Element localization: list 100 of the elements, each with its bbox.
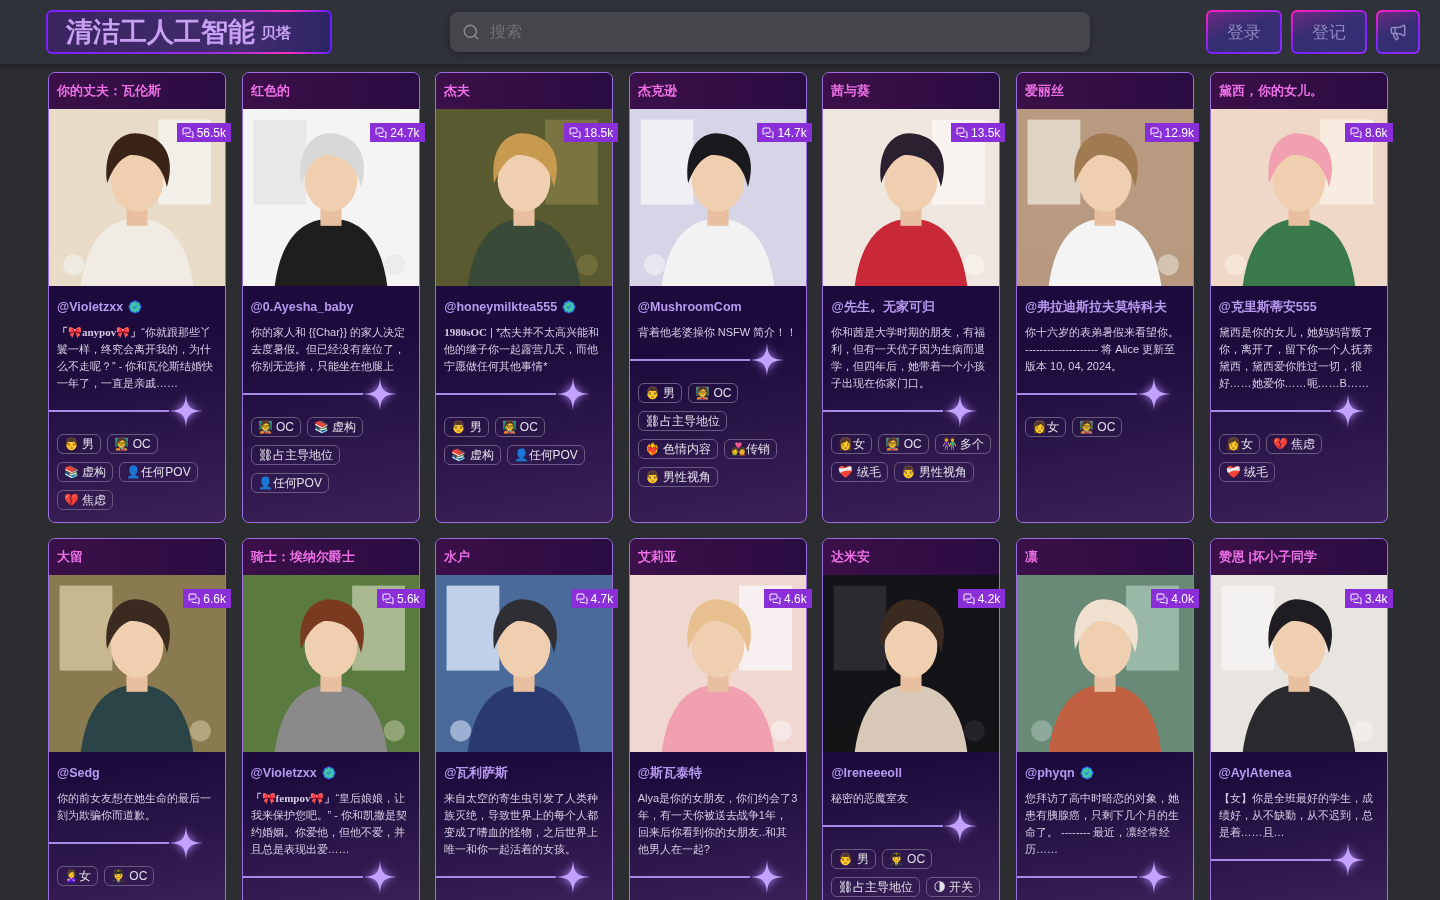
chat-count: 4.7k bbox=[590, 591, 614, 606]
card-description: 你和茜是大学时期的朋友，有福利，但有一天优子因为生病而退学，但四年后，她带着一个小孩子出现在你家门口。 bbox=[831, 325, 987, 391]
card-title: 红色的 bbox=[250, 82, 290, 100]
card-title: 杰克逊 bbox=[637, 82, 677, 100]
tag-chip[interactable]: 🌗 开关 bbox=[926, 877, 981, 897]
search-icon bbox=[462, 23, 480, 41]
tag-chip[interactable]: 👩女 bbox=[831, 434, 873, 454]
tag-chip[interactable]: 👨 男 bbox=[831, 849, 876, 869]
tag-chip[interactable]: 💔 焦虑 bbox=[1265, 434, 1322, 454]
author-link[interactable]: @克里斯蒂安555 bbox=[1218, 298, 1317, 316]
author-link[interactable]: @AylAtenea bbox=[1218, 766, 1292, 780]
chat-count: 3.4k bbox=[1364, 591, 1388, 606]
tag-chip[interactable]: 👨 男 bbox=[57, 434, 102, 454]
tag-chip[interactable]: 🧑‍🏫 OC bbox=[1071, 417, 1123, 437]
tag-chip[interactable]: 👨 男性视角 bbox=[637, 467, 719, 487]
chat-icon bbox=[188, 592, 201, 605]
tag-chip[interactable]: 💑传销 bbox=[724, 439, 778, 459]
chat-count: 4.2k bbox=[977, 591, 1001, 606]
tag-chip[interactable]: 🧑‍✈ OC bbox=[881, 849, 933, 869]
author-link[interactable]: @Violetzxx bbox=[250, 766, 317, 780]
tag-chip[interactable]: 👨 男性视角 bbox=[893, 462, 975, 482]
card-title: 大留 bbox=[57, 548, 83, 566]
tag-chip[interactable]: 👤任何POV bbox=[506, 445, 585, 465]
chat-icon bbox=[1149, 126, 1162, 139]
chat-icon bbox=[375, 126, 388, 139]
card-description: Alya是你的女朋友，你们约会了3年，有一天你被送去战争1年，回来后你看到你的女朋友..和其他男人在一起? bbox=[637, 791, 798, 857]
tag-chip[interactable]: ⛓占主导地位 bbox=[831, 877, 921, 897]
announcement-button[interactable] bbox=[1376, 10, 1420, 54]
chat-count: 8.6k bbox=[1364, 125, 1388, 140]
chat-icon bbox=[568, 126, 581, 139]
chat-icon bbox=[762, 126, 775, 139]
tag-chip[interactable]: ⛓占主导地位 bbox=[637, 411, 727, 431]
card-description: 您拜访了高中时暗恋的对象，她患有胰腺癌，只剩下几个月的生命了。 -------- 最近，凛经常经历…… bbox=[1024, 791, 1180, 857]
chat-icon bbox=[575, 592, 588, 605]
card-title: 水户 bbox=[444, 548, 471, 566]
tag-chip[interactable]: 📚 虚构 bbox=[444, 445, 501, 465]
tag-chip[interactable]: 🙎‍♀女 bbox=[57, 866, 98, 886]
chat-count: 24.7k bbox=[390, 125, 420, 140]
chat-count: 4.0k bbox=[1171, 591, 1194, 606]
author-link[interactable]: @0.Ayesha_baby bbox=[250, 300, 354, 314]
author-link[interactable]: @先生。无家可归 bbox=[831, 298, 935, 316]
tag-chip[interactable]: 💔 焦虑 bbox=[57, 490, 114, 510]
card-title: 茜与葵 bbox=[831, 82, 871, 100]
tag-chip[interactable]: 🧑‍🏫 OC bbox=[494, 417, 545, 437]
logo-title: 清洁工人工智能 bbox=[66, 18, 255, 46]
card-description: 来自太空的寄生虫引发了人类种族灭绝，导致世界上的每个人都变成了嗜血的怪物，之后世界上唯一和你一起活着的女孩。 bbox=[444, 791, 600, 857]
card-description: 你的家人和 {{Char}} 的家人决定去度暑假。但已经没有座位了，你别无选择，只能坐在他腿上 bbox=[250, 325, 407, 374]
author-link[interactable]: @honeymilktea555 bbox=[444, 300, 558, 314]
author-link[interactable]: @斯瓦泰特 bbox=[637, 764, 702, 782]
card-description: 你十六岁的表弟暑假来看望你。 -------------------- 将 Alice 更新至版本 10, 04, 2024。 bbox=[1024, 325, 1180, 374]
author-link[interactable]: @Violetzxx bbox=[57, 300, 124, 314]
tag-chip[interactable]: 📚 虚构 bbox=[306, 417, 364, 437]
tag-chip[interactable]: 👨 男 bbox=[444, 417, 489, 437]
card-title: 赞恩 |坏小子同学 bbox=[1218, 548, 1317, 566]
tag-chip[interactable]: 🧑‍🏫 OC bbox=[107, 434, 158, 454]
header-button[interactable]: 登记 bbox=[1291, 10, 1367, 54]
card-description: 黛西是你的女儿，她妈妈背叛了你，离开了，留下你一个人抚养黛西，黛西爱你胜过一切，很好……她爱你……呃……B…… bbox=[1218, 325, 1374, 391]
tag-chip[interactable]: ❤‍🩹 绒毛 bbox=[831, 462, 888, 482]
tag-chip[interactable]: 🧑‍🏫 OC bbox=[688, 383, 739, 403]
tag-chip[interactable]: 🧑‍🏫 OC bbox=[878, 434, 929, 454]
author-link[interactable]: @弗拉迪斯拉夫莫特科夫 bbox=[1024, 298, 1168, 316]
beta-label: 贝塔 bbox=[261, 24, 291, 40]
chat-icon bbox=[962, 592, 975, 605]
card-title: 艾莉亚 bbox=[637, 548, 677, 566]
card-description: 你的前女友想在她生命的最后一刻为欺骗你而道歉。 bbox=[57, 791, 212, 823]
author-link[interactable]: @瓦利萨斯 bbox=[444, 764, 509, 782]
chat-count: 12.9k bbox=[1164, 125, 1194, 140]
tag-chip[interactable]: 👨 男 bbox=[637, 383, 683, 403]
chat-icon bbox=[1349, 592, 1362, 605]
author-link[interactable]: @Sedg bbox=[57, 766, 100, 780]
tag-chip[interactable]: 📚 虚构 bbox=[57, 462, 114, 482]
tag-chip[interactable]: 👫 多个 bbox=[934, 434, 992, 454]
chat-icon bbox=[181, 126, 194, 139]
card-description: 「🎀anypov🎀」“你就跟那些丫鬟一样，终究会离开我的，为什么不走呢？” - 你和瓦伦斯结婚快一年了，一直是亲戚…… bbox=[57, 325, 215, 391]
card-description: 秘密的恶魔室友 bbox=[831, 791, 910, 806]
tag-chip[interactable]: 👤任何POV bbox=[250, 473, 329, 493]
card-description: 「🎀fempov🎀」“皇后娘娘，让我来保护您吧。” - 你和凯撒是契约婚姻。你爱他，但他不爱，并且总是表现出爱…… bbox=[250, 791, 409, 857]
chat-count: 13.5k bbox=[971, 125, 1001, 140]
logo[interactable]: 清洁工人工智能 贝塔 bbox=[46, 10, 332, 54]
chat-icon bbox=[956, 126, 968, 139]
header-button[interactable]: 登录 bbox=[1206, 10, 1282, 54]
author-link[interactable]: @phyqn bbox=[1024, 766, 1075, 780]
card-title: 黛西，你的女儿。 bbox=[1218, 82, 1323, 100]
card-description: 【女】你是全班最好的学生，成绩好，从不缺勤，从不迟到，总是着……且… bbox=[1218, 791, 1374, 840]
tag-chip[interactable]: 👤任何POV bbox=[119, 462, 198, 482]
tag-chip[interactable]: ⛓占主导地位 bbox=[250, 445, 340, 465]
chat-icon bbox=[769, 592, 782, 605]
tag-chip[interactable]: 🧑‍✈ OC bbox=[104, 866, 155, 886]
chat-icon bbox=[1156, 592, 1169, 605]
card-title: 凛 bbox=[1024, 548, 1038, 566]
tag-chip[interactable]: 👩女 bbox=[1218, 434, 1260, 454]
chat-count: 56.5k bbox=[196, 125, 226, 140]
tag-chip[interactable]: 🧑‍🏫 OC bbox=[250, 417, 301, 437]
card-title: 爱丽丝 bbox=[1024, 82, 1064, 100]
tag-chip[interactable]: ❤‍🩹 绒毛 bbox=[1218, 462, 1275, 482]
author-link[interactable]: @Ireneeeoll bbox=[831, 766, 902, 780]
card-title: 骑士：埃纳尔爵士 bbox=[250, 548, 355, 566]
tag-chip[interactable]: ❤‍🔥 色情内容 bbox=[637, 439, 719, 459]
author-link[interactable]: @MushroomCom bbox=[637, 300, 742, 314]
tag-chip[interactable]: 👩女 bbox=[1024, 417, 1066, 437]
